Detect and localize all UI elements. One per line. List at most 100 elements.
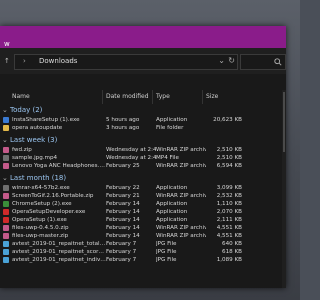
item-date: February 7 — [106, 257, 137, 263]
column-divider[interactable] — [102, 90, 103, 104]
item-size: 2,070 KB — [216, 209, 242, 215]
item-size: 3,099 KB — [216, 185, 242, 191]
file-explorer-window: w ↑ › Downloads › ⌄ ↻ Name Date modified… — [0, 26, 286, 288]
item-name: avtest_2019-01_repaitnet_total_score_seo… — [12, 241, 106, 247]
item-date: Wednesday at 2:4... — [106, 155, 156, 161]
address-dropdown-icon[interactable]: ⌄ — [218, 56, 225, 65]
path-root-chevron[interactable]: › — [23, 57, 26, 65]
item-name: OperaSetupDeveloper.exe — [12, 209, 86, 215]
chevron-down-icon[interactable]: ⌄ — [2, 106, 10, 114]
zip-icon — [3, 193, 9, 199]
item-type: JPG File — [156, 249, 177, 255]
item-date: Wednesday at 2:4... — [106, 147, 156, 153]
group-header-last-week[interactable]: ⌄ Last week (3) — [0, 136, 286, 146]
column-date[interactable]: Date modified — [106, 93, 149, 100]
list-item[interactable]: ChromeSetup (2).exe February 14 Applicat… — [0, 200, 286, 208]
item-type: WinRAR ZIP archive — [156, 193, 206, 199]
navigation-bar: ↑ › Downloads › ⌄ ↻ — [0, 48, 286, 74]
item-name: avtest_2019-01_repaitnet_individual_scor… — [12, 257, 106, 263]
list-item[interactable]: OperaSetup (1).exe February 14 Applicati… — [0, 216, 286, 224]
item-name: sample.jpg.mp4 — [12, 155, 58, 161]
item-type: WinRAR ZIP archive — [156, 233, 206, 239]
chevron-down-icon[interactable]: ⌄ — [2, 174, 10, 182]
up-arrow-icon[interactable]: ↑ — [4, 57, 12, 65]
column-divider[interactable] — [152, 90, 153, 104]
item-date: February 14 — [106, 209, 140, 215]
refresh-icon[interactable]: ↻ — [228, 56, 235, 65]
item-size: 640 KB — [222, 241, 242, 247]
item-size: 4,551 KB — [216, 233, 242, 239]
item-name: OperaSetup (1).exe — [12, 217, 67, 223]
item-size: 20,623 KB — [213, 117, 242, 123]
exe-icon — [3, 117, 9, 123]
search-box[interactable] — [240, 54, 286, 70]
item-type: File folder — [156, 125, 184, 131]
path-separator[interactable]: › — [69, 57, 72, 65]
list-item[interactable]: files-uwp-master.zip February 14 WinRAR … — [0, 232, 286, 240]
item-name: winrar-x64-57b2.exe — [12, 185, 70, 191]
list-item[interactable]: avtest_2019-01_repaitnet_total_score_seo… — [0, 240, 286, 248]
zip-icon — [3, 225, 9, 231]
column-size[interactable]: Size — [206, 93, 218, 100]
column-header-row: Name Date modified Type Size — [0, 90, 286, 104]
item-type: Application — [156, 117, 188, 123]
folder-icon — [3, 125, 9, 131]
item-name: ChromeSetup (2).exe — [12, 201, 72, 207]
item-name: files-uwp-master.zip — [12, 233, 69, 239]
item-size: 2,510 KB — [216, 147, 242, 153]
item-type: WinRAR ZIP archive — [156, 163, 206, 169]
item-size: 4,551 KB — [216, 225, 242, 231]
item-size: 2,532 KB — [216, 193, 242, 199]
column-divider[interactable] — [202, 90, 203, 104]
list-item[interactable]: avtest_2019-01_repaitnet_individual_scor… — [0, 256, 286, 264]
vertical-scrollbar[interactable] — [282, 90, 286, 288]
ribbon-label[interactable]: w — [4, 40, 10, 48]
image-icon — [3, 241, 9, 247]
zip-icon — [3, 163, 9, 169]
item-date: February 22 — [106, 185, 140, 191]
group-header-today[interactable]: ⌄ Today (2) — [0, 106, 286, 116]
list-item[interactable]: opera autoupdate 3 hours ago File folder — [0, 124, 286, 132]
item-date: February 7 — [106, 249, 137, 255]
item-name: InstaShareSetup (1).exe — [12, 117, 80, 123]
item-type: JPG File — [156, 257, 177, 263]
item-date: February 14 — [106, 217, 140, 223]
item-size: 1,110 KB — [216, 201, 242, 207]
group-label: Today (2) — [10, 106, 43, 114]
column-type[interactable]: Type — [156, 93, 170, 100]
item-date: February 14 — [106, 225, 140, 231]
item-type: MP4 File — [156, 155, 179, 161]
video-icon — [3, 155, 9, 161]
list-item[interactable]: ScreenToGif.2.16.Portable.zip February 2… — [0, 192, 286, 200]
opera-icon — [3, 217, 9, 223]
list-item[interactable]: OperaSetupDeveloper.exe February 14 Appl… — [0, 208, 286, 216]
chevron-down-icon[interactable]: ⌄ — [2, 136, 10, 144]
title-ribbon: w — [0, 26, 286, 48]
column-name[interactable]: Name — [12, 93, 30, 100]
chrome-icon — [3, 201, 9, 207]
group-header-last-month[interactable]: ⌄ Last month (18) — [0, 174, 286, 184]
list-item[interactable]: files-uwp-0.4.5.0.zip February 14 WinRAR… — [0, 224, 286, 232]
item-date: February 14 — [106, 233, 140, 239]
address-bar[interactable]: › Downloads › ⌄ ↻ — [14, 54, 238, 70]
list-item[interactable]: fwd.zip Wednesday at 2:4... WinRAR ZIP a… — [0, 146, 286, 154]
item-size: 618 KB — [222, 249, 242, 255]
list-item[interactable]: winrar-x64-57b2.exe February 22 Applicat… — [0, 184, 286, 192]
item-type: Application — [156, 201, 188, 207]
zip-icon — [3, 233, 9, 239]
image-icon — [3, 257, 9, 263]
list-item[interactable]: avtest_2019-01_repaitnet_scores_rescue t… — [0, 248, 286, 256]
scrollbar-thumb[interactable] — [283, 92, 285, 152]
item-type: Application — [156, 209, 188, 215]
list-item[interactable]: Lenovo Yoga ANC Headphones.zip February … — [0, 162, 286, 170]
file-list: ⌄ Today (2) InstaShareSetup (1).exe 5 hou… — [0, 106, 286, 264]
list-item[interactable]: InstaShareSetup (1).exe 5 hours ago Appl… — [0, 116, 286, 124]
item-name: ScreenToGif.2.16.Portable.zip — [12, 193, 94, 199]
item-date: February 14 — [106, 201, 140, 207]
item-size: 2,111 KB — [216, 217, 242, 223]
item-type: JPG File — [156, 241, 177, 247]
group-label: Last week (3) — [10, 136, 58, 144]
list-item[interactable]: sample.jpg.mp4 Wednesday at 2:4... MP4 F… — [0, 154, 286, 162]
item-type: WinRAR ZIP archive — [156, 225, 206, 231]
item-size: 1,089 KB — [216, 257, 242, 263]
